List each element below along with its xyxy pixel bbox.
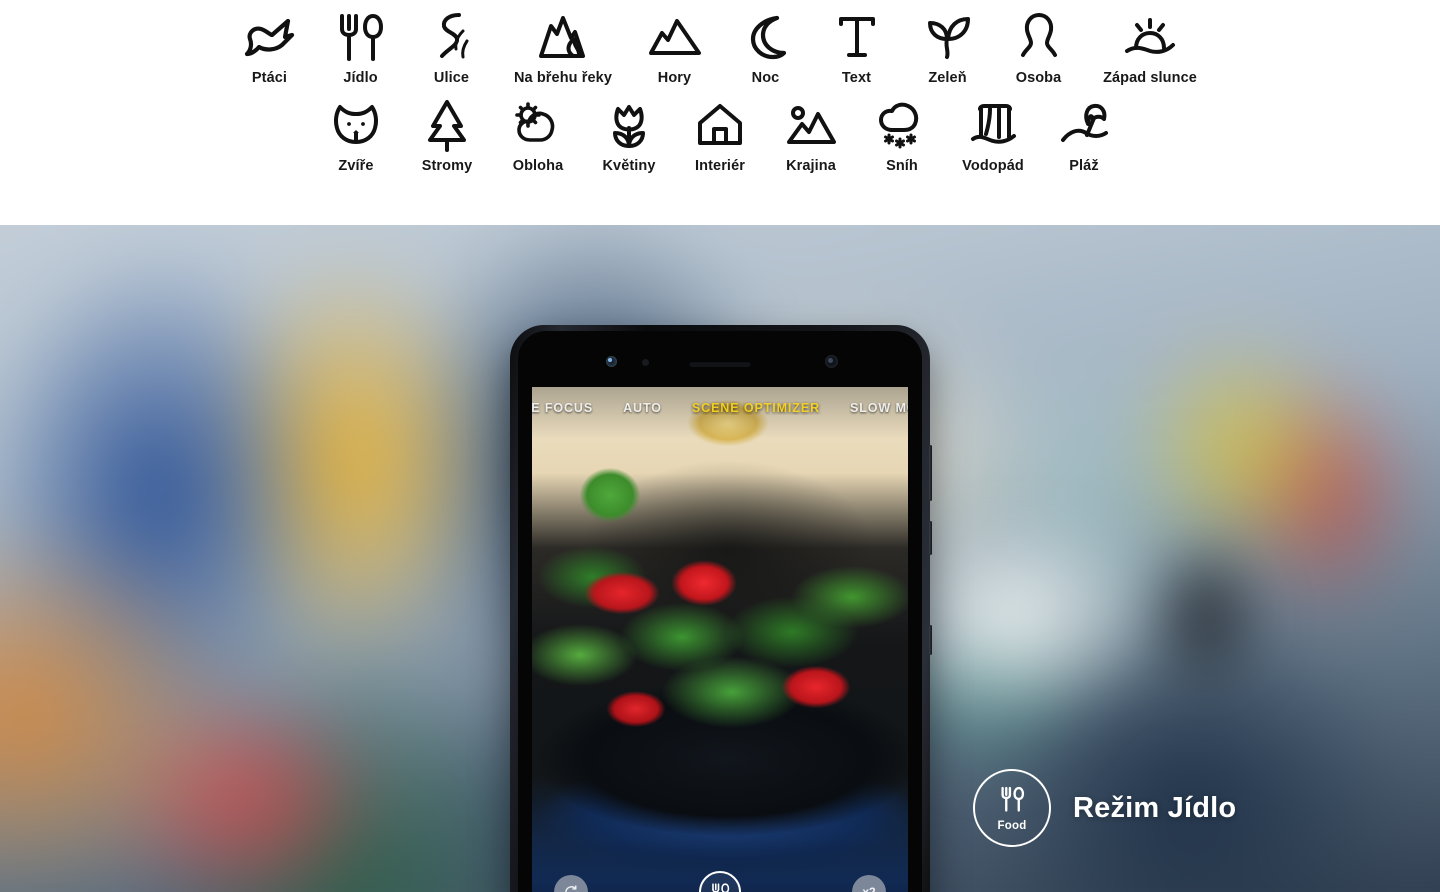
scene-item-label: Květiny xyxy=(602,158,656,174)
viewfinder-photo xyxy=(532,387,908,892)
scene-item-label: Vodopád xyxy=(962,158,1024,174)
tree-icon xyxy=(411,96,483,154)
scene-item-label: Interiér xyxy=(695,158,745,174)
phone-body: VE FOCUS AUTO SCENE OPTIMIZER SLOW MOTIO… xyxy=(510,325,932,892)
scene-item-kvetiny[interactable]: Květiny xyxy=(584,96,675,175)
riverbank-icon xyxy=(527,8,599,66)
scene-item-plaz[interactable]: Pláž xyxy=(1039,96,1130,175)
phone-inner: VE FOCUS AUTO SCENE OPTIMIZER SLOW MOTIO… xyxy=(518,331,922,892)
moon-night-icon xyxy=(730,8,802,66)
scene-item-vodopad[interactable]: Vodopád xyxy=(948,96,1039,175)
scene-item-hory[interactable]: Hory xyxy=(629,8,720,87)
scene-item-zapad-slunce[interactable]: Západ slunce xyxy=(1084,8,1216,87)
scene-item-label: Jídlo xyxy=(343,70,378,86)
scene-item-na-brehu-reky[interactable]: Na břehu řeky xyxy=(497,8,629,87)
phone-screen: VE FOCUS AUTO SCENE OPTIMIZER SLOW MOTIO… xyxy=(532,387,908,892)
flower-tulip-icon xyxy=(593,96,665,154)
food-cutlery-icon xyxy=(1000,785,1025,818)
greenery-leaf-icon xyxy=(912,8,984,66)
scene-item-ptaci[interactable]: Ptáci xyxy=(224,8,315,87)
sunset-icon xyxy=(1114,8,1186,66)
phone-top-bezel xyxy=(518,331,922,387)
food-mode-button[interactable] xyxy=(699,871,741,892)
scene-item-snih[interactable]: Sníh xyxy=(857,96,948,175)
earpiece-speaker xyxy=(689,361,751,367)
page-root: Ptáci Jídlo Ulice Na břehu řeky Hory Noc… xyxy=(0,0,1440,892)
indoor-house-icon xyxy=(684,96,756,154)
sky-sun-cloud-icon xyxy=(502,96,574,154)
scene-item-label: Pláž xyxy=(1069,158,1099,174)
scene-item-label: Ptáci xyxy=(251,70,288,86)
scene-icon-row-2: Zvíře Stromy Obloha Květiny Interiér Kra… xyxy=(311,96,1130,175)
secondary-camera-icon xyxy=(825,355,838,368)
scene-icon-row-1: Ptáci Jídlo Ulice Na břehu řeky Hory Noc… xyxy=(224,8,1216,87)
food-badge-sublabel: Food xyxy=(997,819,1027,832)
food-cutlery-icon xyxy=(325,8,397,66)
camera-mode-slow-motion[interactable]: SLOW MOTION xyxy=(850,401,908,415)
food-mode-badge: Food Režim Jídlo xyxy=(973,769,1236,847)
scene-item-obloha[interactable]: Obloha xyxy=(493,96,584,175)
camera-mode-scene-optimizer[interactable]: SCENE OPTIMIZER xyxy=(692,401,820,415)
scene-item-label: Západ slunce xyxy=(1103,70,1197,86)
bird-icon xyxy=(234,8,306,66)
volume-button[interactable] xyxy=(929,445,932,501)
scene-item-label: Stromy xyxy=(421,158,473,174)
camera-mode-live-focus[interactable]: VE FOCUS xyxy=(532,401,593,415)
assistant-button[interactable] xyxy=(929,625,932,655)
beach-umbrella-icon xyxy=(1048,96,1120,154)
scene-item-osoba[interactable]: Osoba xyxy=(993,8,1084,87)
scene-item-ulice[interactable]: Ulice xyxy=(406,8,497,87)
proximity-sensor-icon xyxy=(642,359,649,366)
scene-item-stromy[interactable]: Stromy xyxy=(402,96,493,175)
phone-device: VE FOCUS AUTO SCENE OPTIMIZER SLOW MOTIO… xyxy=(510,325,932,892)
front-camera-icon xyxy=(606,356,617,367)
viewfinder-controls: x2 xyxy=(532,871,908,892)
street-icon xyxy=(416,8,488,66)
food-badge-circle: Food xyxy=(973,769,1051,847)
scene-item-label: Noc xyxy=(751,70,780,86)
scene-item-label: Na břehu řeky xyxy=(513,70,612,86)
text-icon xyxy=(821,8,893,66)
scene-item-zelen[interactable]: Zeleň xyxy=(902,8,993,87)
mountains-icon xyxy=(639,8,711,66)
scene-item-label: Text xyxy=(841,70,872,86)
snow-cloud-icon xyxy=(866,96,938,154)
scene-item-krajina[interactable]: Krajina xyxy=(766,96,857,175)
animal-dog-icon xyxy=(320,96,392,154)
power-button[interactable] xyxy=(929,521,932,555)
camera-mode-auto[interactable]: AUTO xyxy=(623,401,662,415)
zoom-x2-button[interactable]: x2 xyxy=(852,875,886,892)
waterfall-icon xyxy=(957,96,1029,154)
scene-item-text[interactable]: Text xyxy=(811,8,902,87)
camera-flip-button[interactable] xyxy=(554,875,588,892)
scene-item-jidlo[interactable]: Jídlo xyxy=(315,8,406,87)
scene-item-label: Zeleň xyxy=(928,70,967,86)
scene-item-label: Ulice xyxy=(433,70,470,86)
scene-item-label: Krajina xyxy=(786,158,836,174)
scene-item-interier[interactable]: Interiér xyxy=(675,96,766,175)
scene-item-label: Osoba xyxy=(1015,70,1062,86)
scene-optimizer-banner: Ptáci Jídlo Ulice Na břehu řeky Hory Noc… xyxy=(0,0,1440,225)
food-mode-label: Režim Jídlo xyxy=(1073,791,1237,824)
scene-item-label: Hory xyxy=(657,70,692,86)
person-icon xyxy=(1003,8,1075,66)
scene-item-label: Zvíře xyxy=(338,158,374,174)
scene-item-label: Sníh xyxy=(886,158,918,174)
camera-mode-strip: VE FOCUS AUTO SCENE OPTIMIZER SLOW MOTIO… xyxy=(532,401,908,415)
scene-item-noc[interactable]: Noc xyxy=(720,8,811,87)
scene-item-label: Obloha xyxy=(512,158,564,174)
scene-item-zvire[interactable]: Zvíře xyxy=(311,96,402,175)
landscape-icon xyxy=(775,96,847,154)
